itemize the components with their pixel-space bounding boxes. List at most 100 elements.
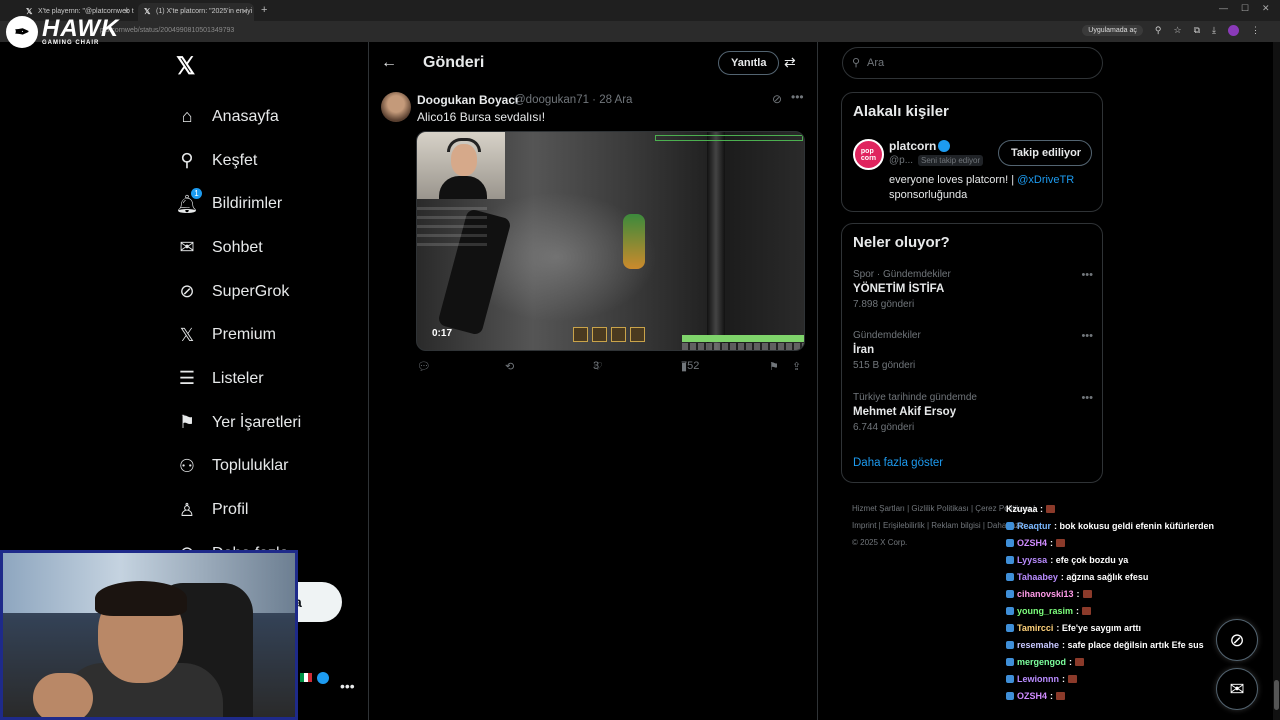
following-button[interactable]: Takip ediliyor: [998, 140, 1092, 166]
sliders-icon[interactable]: ⇄: [784, 54, 796, 71]
reply-icon[interactable]: 💬︎: [417, 360, 431, 373]
close-icon[interactable]: ✕: [123, 7, 130, 16]
tweet-author-handle[interactable]: @doogukan71 · 28 Ara: [514, 94, 632, 106]
hawk-logo-overlay: ✒ HAWK GAMING CHAIR: [6, 16, 119, 48]
sidebar-item-communities[interactable]: ⚇ Topluluklar: [176, 445, 301, 489]
address-bar: platcornweb/status/2004990810501349793 U…: [0, 21, 1280, 42]
sidebar-item-explore[interactable]: ⚲ Keşfet: [176, 139, 301, 183]
mail-icon: ✉: [179, 237, 195, 258]
badge-icon: [1006, 606, 1014, 615]
more-icon[interactable]: •••: [1081, 269, 1093, 281]
chat-message: young_rasim:: [1006, 602, 1226, 619]
trend-item[interactable]: Gündemdekiler İran 515 B gönderi •••: [853, 330, 1093, 371]
search-icon: ⚲: [180, 150, 194, 171]
account-more-icon[interactable]: •••: [340, 678, 355, 694]
trend-item[interactable]: Spor · Gündemdekiler YÖNETİM İSTİFA 7.89…: [853, 269, 1093, 310]
stream-chat-overlay: Kzuyaa : Reaqtur: bok kokusu geldi efenin…: [1006, 500, 1226, 704]
sidebar-item-label: Premium: [212, 326, 277, 344]
sidebar-item-label: Bildirimler: [212, 195, 283, 213]
chat-text: Kzuyaa :: [1006, 503, 1044, 514]
chat-message: resemahe: safe place değilsin artık Efe …: [1006, 636, 1226, 653]
bookmark-icon[interactable]: ⚑: [769, 360, 779, 373]
download-icon[interactable]: ⤓: [1212, 25, 1216, 36]
communities-icon: ⚇: [178, 455, 196, 476]
minimize-icon[interactable]: —: [1219, 3, 1228, 13]
grok-icon: ⊘: [1229, 629, 1245, 650]
star-icon[interactable]: ☆: [1174, 25, 1182, 36]
badge-icon: [1006, 657, 1014, 666]
chat-message: Tamircci: Efe'ye saygım arttı: [1006, 619, 1226, 636]
sidebar-item-premium[interactable]: 𝕏 Premium: [176, 313, 301, 357]
search-placeholder: Ara: [867, 57, 885, 69]
new-tab-icon[interactable]: +: [261, 4, 267, 16]
tweet-video[interactable]: 0:17: [416, 131, 805, 351]
share-icon[interactable]: ⇪: [792, 360, 801, 373]
scrollbar-thumb[interactable]: [1274, 680, 1279, 710]
sidebar-item-home[interactable]: ⌂ Anasayfa: [176, 95, 301, 139]
emote-icon: [1082, 589, 1092, 598]
bio-link[interactable]: @xDriveTR: [1017, 174, 1074, 186]
sidebar-item-label: SuperGrok: [212, 282, 290, 300]
chat-text: :: [1069, 656, 1073, 667]
chat-text: :: [1062, 673, 1065, 684]
sidebar-item-bookmarks[interactable]: ⚑ Yer İşaretleri: [176, 401, 301, 445]
related-handle[interactable]: @p...: [889, 155, 913, 166]
trend-name: Mehmet Akif Ersoy: [853, 406, 957, 418]
grok-icon[interactable]: ⊘: [772, 92, 782, 106]
chat-text: :: [1050, 537, 1054, 548]
back-arrow-icon[interactable]: ←: [381, 54, 397, 72]
x-logo-icon[interactable]: 𝕏: [176, 52, 195, 81]
url-text[interactable]: platcornweb/status/2004990810501349793: [100, 27, 234, 34]
messages-fab-button[interactable]: ✉: [1216, 668, 1258, 710]
emote-icon: [1056, 538, 1066, 547]
x-icon: 𝕏: [179, 324, 195, 345]
extensions-icon[interactable]: ⧉: [1194, 25, 1200, 36]
badge-icon: [1006, 623, 1014, 632]
sidebar-item-chat[interactable]: ✉ Sohbet: [176, 226, 301, 270]
video-facecam: [417, 132, 505, 199]
close-window-icon[interactable]: ✕: [1262, 3, 1270, 14]
trend-category: Spor · Gündemdekiler: [853, 269, 951, 280]
menu-icon[interactable]: ⋮: [1251, 25, 1260, 36]
browser-tab-active[interactable]: 𝕏 (1) X'te platcorn: "2025'in en iyi ✕: [138, 3, 254, 21]
chat-text: : efe çok bozdu ya: [1050, 554, 1129, 565]
avatar[interactable]: pop corn: [853, 139, 884, 170]
badge-icon: [1006, 674, 1014, 683]
sidebar-item-supergrok[interactable]: ⊘ SuperGrok: [176, 270, 301, 314]
trend-name: İran: [853, 344, 875, 356]
close-icon[interactable]: ✕: [241, 7, 248, 16]
retweet-icon[interactable]: ⟲: [505, 360, 514, 373]
chat-username: resemahe: [1017, 639, 1060, 650]
trend-category: Türkiye tarihinde gündemde: [853, 392, 977, 403]
avatar[interactable]: [381, 92, 411, 122]
sidebar-item-lists[interactable]: ☰ Listeler: [176, 357, 301, 401]
tweet-author-name[interactable]: Doogukan Boyacı: [417, 93, 518, 107]
chat-text: :: [1050, 690, 1054, 701]
home-icon: ⌂: [181, 106, 193, 127]
sidebar-item-profile[interactable]: ♙ Profil: [176, 488, 301, 532]
trend-item[interactable]: Türkiye tarihinde gündemde Mehmet Akif E…: [853, 392, 1093, 433]
grok-fab-button[interactable]: ⊘: [1216, 619, 1258, 661]
zoom-icon[interactable]: ⚲: [1155, 25, 1162, 36]
column-divider: [368, 42, 369, 720]
more-icon[interactable]: •••: [791, 90, 804, 104]
related-name[interactable]: platcorn: [889, 139, 936, 153]
show-more-link[interactable]: Daha fazla göster: [853, 457, 943, 469]
search-input[interactable]: ⚲ Ara: [842, 47, 1103, 79]
badge-icon: [1006, 555, 1014, 564]
maximize-icon[interactable]: ☐: [1241, 3, 1249, 14]
profile-avatar[interactable]: [1228, 25, 1239, 36]
more-icon[interactable]: •••: [1081, 330, 1093, 342]
mail-icon: ✉: [1229, 678, 1245, 699]
emote-icon: [1068, 674, 1077, 683]
chat-text: :: [1076, 605, 1080, 616]
flag-icon: [300, 673, 312, 682]
reply-button[interactable]: Yanıtla: [718, 51, 779, 75]
tab-title: X'te playernn: "@platcornweb t: [38, 8, 134, 15]
chat-username: mergengod: [1017, 656, 1067, 667]
related-title: Alakalı kişiler: [853, 103, 949, 120]
sidebar-item-notifications[interactable]: 🔔︎ 1 Bildirimler: [176, 182, 301, 226]
more-icon[interactable]: •••: [1081, 392, 1093, 404]
open-in-app-button[interactable]: Uygulamada aç: [1082, 25, 1143, 36]
scrollbar[interactable]: [1273, 42, 1280, 720]
